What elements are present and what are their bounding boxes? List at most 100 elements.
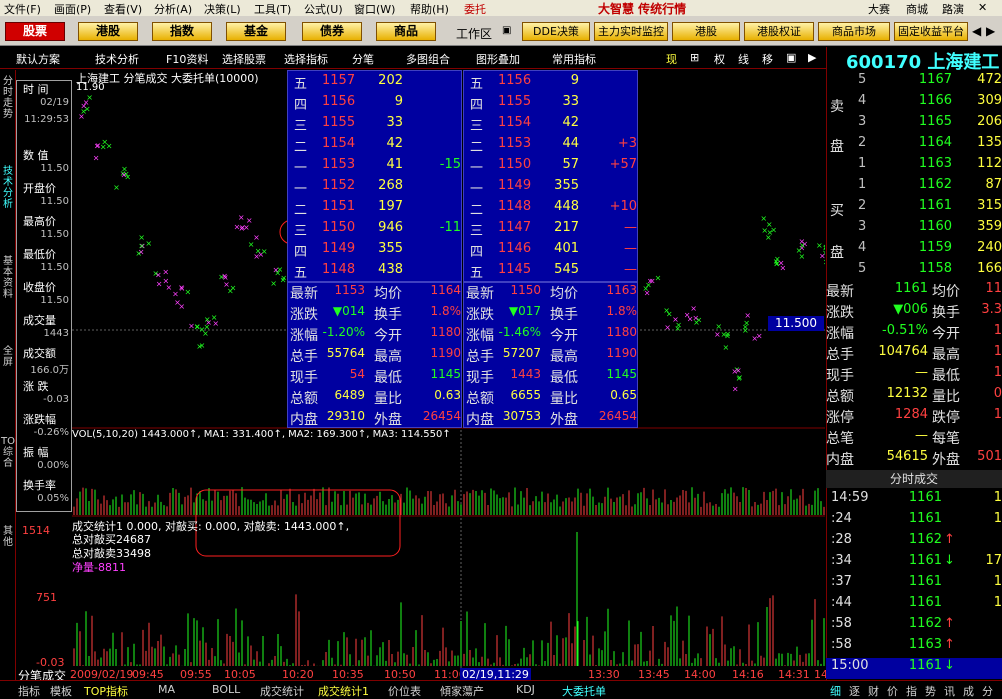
tech-analysis-button[interactable]: 技术分析: [95, 51, 139, 67]
monitor-button[interactable]: 主力实时监控: [594, 22, 668, 41]
index-button[interactable]: 指数: [152, 22, 212, 41]
scheme-selector[interactable]: 默认方案: [16, 51, 60, 67]
close-icon[interactable]: ✕: [978, 1, 987, 14]
menu-screen[interactable]: 画面(P): [54, 1, 91, 17]
dde-button[interactable]: DDE决策: [522, 22, 590, 41]
price-dot: ×: [162, 267, 169, 276]
multi-chart-button[interactable]: 多图组合: [406, 51, 450, 67]
workspace-label[interactable]: 工作区: [456, 25, 492, 42]
tab-other[interactable]: 其他: [1, 526, 15, 548]
orderbook-qty: 57: [562, 157, 579, 172]
line-button[interactable]: 线: [738, 51, 749, 67]
f10-button[interactable]: F10资料: [166, 51, 208, 67]
trade-row[interactable]: 15:00 1161 ↓: [826, 658, 1002, 679]
menu-roadshow[interactable]: 路演: [942, 1, 964, 17]
orderbook-delta: +57: [609, 157, 637, 172]
commodity-button[interactable]: 商品: [376, 22, 436, 41]
orderbook-price: 1154: [498, 115, 532, 130]
tab-top[interactable]: TOP综合: [1, 436, 21, 469]
expand-icon[interactable]: ▶: [808, 51, 816, 64]
menu-decision[interactable]: 决策(L): [204, 1, 241, 17]
move-button[interactable]: 移: [762, 51, 773, 67]
price-dot: ×: [93, 154, 100, 163]
tab-fundamentals[interactable]: 基本资料: [1, 256, 15, 300]
orderbook-qty: 217: [554, 220, 579, 235]
grid-icon[interactable]: ⊞: [690, 51, 699, 64]
orderbook-price: 1157: [322, 73, 356, 88]
trade-row[interactable]: :44 1161 1: [826, 595, 1002, 616]
stat-row: 涨跌 ▼006 换手 3.3: [826, 302, 1002, 323]
trade-qty: 1: [993, 511, 1002, 526]
quote-value: 1.8%: [430, 304, 462, 318]
menu-formula[interactable]: 公式(U): [304, 1, 343, 17]
hk-button[interactable]: 港股: [78, 22, 138, 41]
toolbar-next-icon[interactable]: ▶: [986, 24, 995, 38]
orderbook-row: 三 1150 946 -11: [288, 220, 463, 241]
orderbook-price: 1145: [498, 262, 532, 277]
quote-value: 6489: [334, 388, 365, 402]
menu-analysis[interactable]: 分析(A): [154, 1, 192, 17]
menu-help[interactable]: 帮助(H): [410, 1, 449, 17]
trade-price: 1162: [908, 532, 942, 547]
trade-row[interactable]: :28 1162 ↑: [826, 532, 1002, 553]
menu-trade[interactable]: 委托: [464, 1, 486, 17]
toolbar-prev-icon[interactable]: ◀: [972, 24, 981, 38]
trade-row[interactable]: 14:59 1161 1: [826, 490, 1002, 511]
orderbook-qty: 44: [562, 136, 579, 151]
hk-warrant-button[interactable]: 港股权证: [744, 22, 814, 41]
quote-key: 量比: [550, 391, 578, 407]
commodity-market-button[interactable]: 商品市场: [818, 22, 890, 41]
menu-tools[interactable]: 工具(T): [254, 1, 291, 17]
volume-header: VOL(5,10,20) 1443.000↑, MA1: 331.400↑, M…: [72, 429, 451, 440]
hk-stock-button[interactable]: 港股: [672, 22, 740, 41]
trade-row[interactable]: :24 1161 1: [826, 511, 1002, 532]
select-stock-button[interactable]: 选择股票: [222, 51, 266, 67]
rights-button[interactable]: 权: [714, 51, 725, 67]
price-dot: ×: [724, 329, 731, 338]
bond-button[interactable]: 债券: [302, 22, 362, 41]
workspace-dropdown-icon[interactable]: ▣: [502, 25, 511, 36]
tab-fullscreen[interactable]: 全屏: [1, 346, 15, 368]
sell-price: 1163: [918, 156, 952, 171]
orderbook-delta: -15: [439, 157, 461, 172]
bottom-tab-4[interactable]: BOLL: [212, 683, 240, 696]
now-button[interactable]: 现: [666, 51, 677, 67]
menu-view[interactable]: 查看(V): [104, 1, 142, 17]
bottom-tab-3[interactable]: MA: [158, 683, 175, 696]
quote-value: 54: [349, 367, 365, 381]
menu-window[interactable]: 窗口(W): [354, 1, 395, 17]
orderbook-row: 五 1145 545 —: [464, 262, 639, 283]
trade-row[interactable]: :34 1161 ↓ 17: [826, 553, 1002, 574]
common-indicator-button[interactable]: 常用指标: [552, 51, 596, 67]
menu-file[interactable]: 文件(F): [4, 1, 41, 17]
tab-technical[interactable]: 技术分析: [1, 166, 15, 210]
quote-right: 最新 1150 均价 1163 涨跌 ▼017 换手 1.8% 涨幅 -1.46% 今开 1180 总手…: [463, 282, 638, 428]
quote-value: 26454: [422, 409, 461, 423]
menu-mall[interactable]: 商城: [906, 1, 928, 17]
quote-row: 总手 55764 最高 1190: [288, 346, 463, 367]
orderbook-price: 1156: [498, 73, 532, 88]
trade-row[interactable]: :58 1162 ↑: [826, 616, 1002, 637]
quote-key: 现手: [466, 370, 494, 386]
trade-row[interactable]: :37 1161 1: [826, 574, 1002, 595]
overlay-button[interactable]: 图形叠加: [476, 51, 520, 67]
bottom-tab-9[interactable]: KDJ: [516, 683, 535, 696]
stock-button[interactable]: 股票: [5, 22, 65, 41]
info-value: 0.00%: [37, 460, 69, 471]
tick-button[interactable]: 分笔: [352, 51, 374, 67]
restore-icon[interactable]: ▣: [786, 51, 796, 64]
orderbook-level: 四: [294, 98, 308, 113]
bottom-tab-bar: 指标 模板 TOP指标 MA BOLL 成交统计 成交统计1 价位表 傾家蕩产 KDJ 大委托单细逐…: [0, 680, 1002, 698]
quote-key: 量比: [374, 391, 402, 407]
select-indicator-button[interactable]: 选择指标: [284, 51, 328, 67]
sell-level: 5: [858, 72, 867, 87]
quote-key: 总额: [290, 391, 318, 407]
fund-button[interactable]: 基金: [226, 22, 286, 41]
tab-timeshare[interactable]: 分时走势: [1, 76, 15, 120]
info-value: 1443: [43, 328, 69, 339]
fixed-income-button[interactable]: 固定收益平台: [894, 22, 968, 41]
orderbook-qty: 202: [378, 73, 403, 88]
trade-row[interactable]: :58 1163 ↑: [826, 637, 1002, 658]
orderbook-price: 1155: [498, 94, 532, 109]
menu-contest[interactable]: 大赛: [868, 1, 890, 17]
